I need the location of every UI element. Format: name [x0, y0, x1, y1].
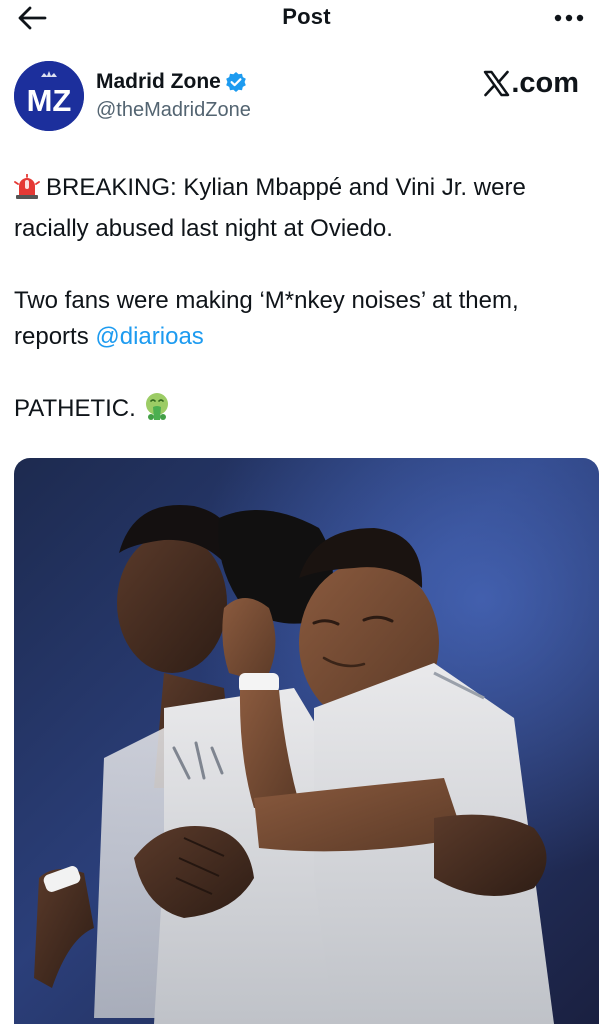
more-options-button[interactable] [547, 4, 591, 32]
top-bar: Post [0, 0, 613, 36]
x-com-watermark: .com [483, 67, 579, 100]
mention-link[interactable]: @diarioas [95, 323, 203, 350]
watermark-text: .com [511, 67, 579, 99]
players-embrace-photo [14, 458, 599, 1024]
face-vomiting-emoji [142, 391, 172, 432]
avatar[interactable]: MZ [14, 61, 84, 131]
tweet-line-2: Two fans were making ‘M*nkey noises’ at … [14, 287, 519, 350]
author-name-label: Madrid Zone [96, 70, 221, 93]
police-car-light-emoji [14, 173, 40, 211]
author-handle[interactable]: @theMadridZone [96, 99, 251, 122]
tweet-line-1: BREAKING: Kylian Mbappé and Vini Jr. wer… [14, 174, 526, 242]
author-name[interactable]: Madrid Zone [96, 70, 247, 94]
tweet-body: BREAKING: Kylian Mbappé and Vini Jr. wer… [14, 170, 599, 432]
tweet-paragraph-1: BREAKING: Kylian Mbappé and Vini Jr. wer… [14, 170, 599, 247]
page-title: Post [282, 4, 331, 29]
avatar-text: MZ [27, 83, 72, 118]
madrid-zone-logo: MZ [14, 61, 84, 131]
more-horizontal-icon [554, 14, 584, 22]
tweet-line-3: PATHETIC. [14, 395, 136, 422]
tweet-media-photo[interactable] [14, 458, 599, 1024]
x-logo-icon [484, 70, 510, 97]
verified-badge-icon [225, 71, 247, 93]
tweet-paragraph-3: PATHETIC. [14, 391, 599, 432]
author-row: MZ Madrid Zone @theMadridZone .com [14, 61, 599, 131]
tweet-paragraph-2: Two fans were making ‘M*nkey noises’ at … [14, 283, 599, 355]
